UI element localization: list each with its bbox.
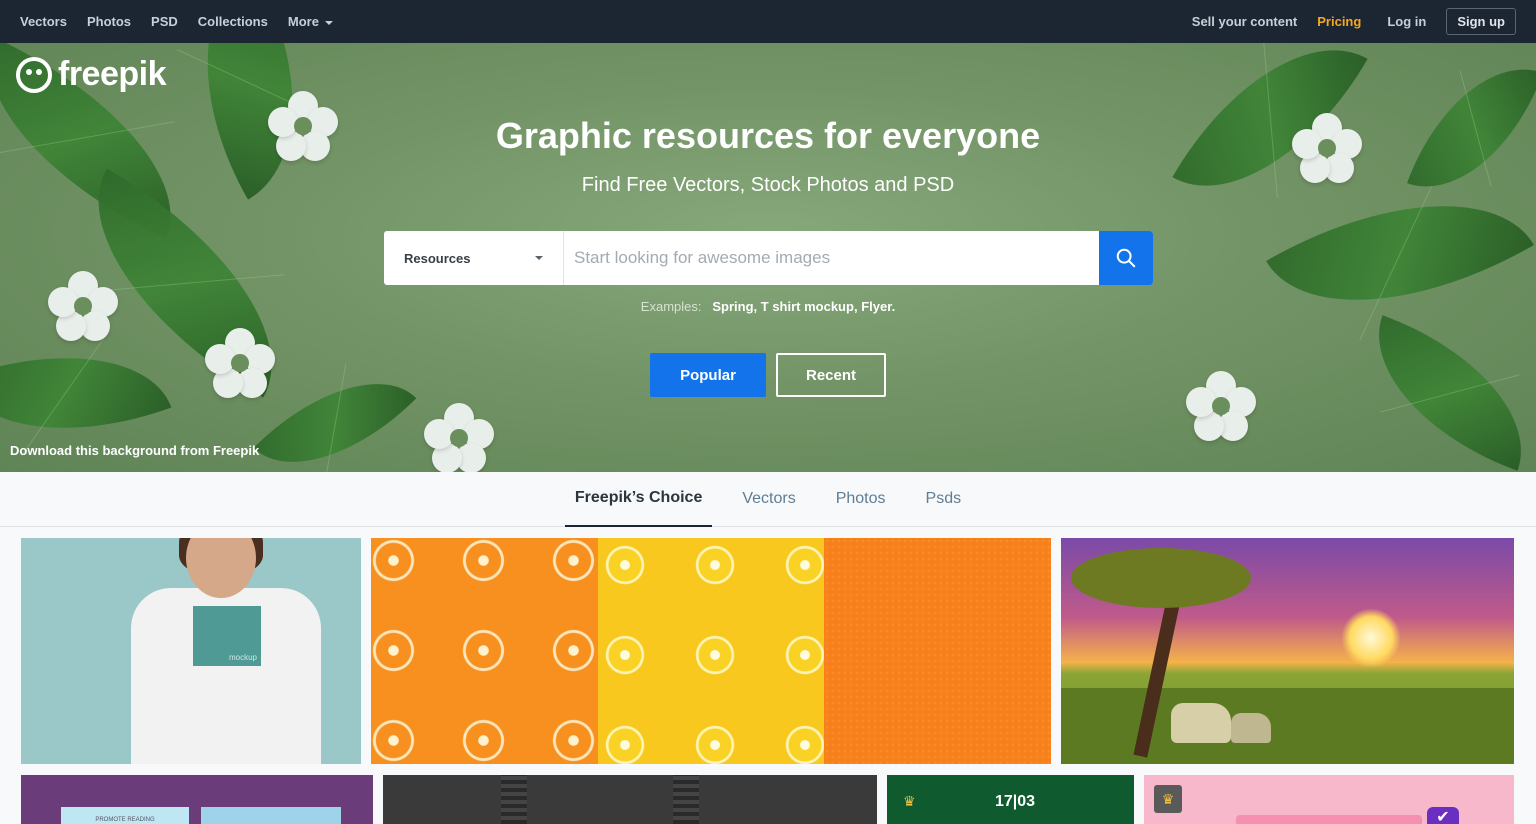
nav-more[interactable]: More (288, 14, 333, 29)
rock-shape (1171, 703, 1231, 743)
flower-decoration (205, 328, 275, 398)
checkmark-icon: ✔ (1427, 807, 1459, 824)
tire-track-shape (501, 775, 527, 824)
freepik-logo[interactable]: freepik (16, 55, 167, 94)
tree-canopy-shape (1071, 548, 1251, 608)
freepik-logo-icon (16, 56, 52, 93)
resource-type-select[interactable]: Resources (384, 231, 564, 285)
tab-freepiks-choice[interactable]: Freepik’s Choice (564, 472, 713, 527)
signup-button[interactable]: Sign up (1446, 8, 1516, 35)
orange-slices-pattern (371, 538, 598, 764)
hero-banner: freepik Graphic resources for everyone F… (0, 43, 1536, 472)
promo-card (201, 807, 341, 824)
nav-photos[interactable]: Photos (87, 14, 131, 29)
resource-thumbnail-reading-promo[interactable]: PROMOTE READING (21, 775, 373, 824)
background-credit-link[interactable]: Download this background from Freepik (10, 443, 259, 458)
hero-subtitle: Find Free Vectors, Stock Photos and PSD (581, 174, 955, 196)
popular-button[interactable]: Popular (650, 353, 766, 397)
promo-card: PROMOTE READING (61, 807, 189, 824)
logo-wordmark: freepik (58, 55, 167, 93)
tire-track-shape (673, 775, 699, 824)
search-icon (1116, 248, 1136, 268)
crown-icon: ♛ (1161, 790, 1175, 807)
top-navbar: Vectors Photos PSD Collections More Sell… (0, 0, 1536, 43)
sun-shape (1341, 608, 1401, 668)
login-link[interactable]: Log in (1387, 14, 1426, 29)
pink-bar-shape (1236, 815, 1422, 824)
tab-vectors[interactable]: Vectors (732, 472, 805, 527)
search-examples: Examples: Spring, T shirt mockup, Flyer. (640, 299, 896, 314)
shirt-print: mockup (193, 606, 261, 666)
leaf-decoration (253, 341, 417, 472)
resource-thumbnail-savanna-landscape[interactable] (1061, 538, 1514, 764)
rock-shape (1231, 713, 1271, 743)
example-link-spring[interactable]: Spring (712, 299, 753, 314)
resource-type-value: Resources (404, 250, 471, 266)
crown-icon: ♛ (903, 793, 916, 809)
flower-decoration (1186, 371, 1256, 441)
chevron-down-icon (324, 20, 333, 25)
chevron-down-icon (535, 256, 543, 260)
search-input[interactable] (564, 231, 1099, 285)
flower-decoration (424, 403, 494, 472)
leaf-decoration (1348, 315, 1536, 471)
sell-content-link[interactable]: Sell your content (1192, 14, 1297, 29)
tab-psds[interactable]: Psds (916, 472, 972, 527)
nav-more-label: More (287, 14, 319, 29)
resource-thumbnail-tshirt-mockup[interactable]: mockup (21, 538, 361, 764)
content-tabs: Freepik’s Choice Vectors Photos Psds (0, 472, 1536, 527)
recent-button[interactable]: Recent (776, 353, 886, 397)
search-bar: Resources (384, 231, 1153, 285)
nav-psd[interactable]: PSD (151, 14, 178, 29)
lemon-slices-pattern (597, 538, 825, 764)
nav-collections[interactable]: Collections (198, 14, 268, 29)
resource-thumbnail-st-patricks-event[interactable]: ♛ 17|03 (887, 775, 1134, 824)
orange-peel-texture (824, 538, 1051, 764)
example-link-flyer[interactable]: Flyer (861, 299, 891, 314)
resource-thumbnail-tire-tracks[interactable] (383, 775, 877, 824)
premium-badge: ♛ (1154, 785, 1182, 813)
ground-shape (1061, 688, 1514, 764)
tab-photos[interactable]: Photos (826, 472, 896, 527)
event-date: 17|03 (995, 793, 1036, 810)
examples-label: Examples: (640, 299, 702, 314)
hero-title: Graphic resources for everyone (495, 115, 1041, 156)
pricing-link[interactable]: Pricing (1317, 14, 1361, 29)
example-link-tshirt-mockup[interactable]: T shirt mockup (761, 299, 854, 314)
resource-thumbnail-citrus-patterns[interactable] (371, 538, 1051, 764)
search-button[interactable] (1099, 231, 1153, 285)
primary-nav: Vectors Photos PSD Collections More (20, 14, 353, 29)
resource-thumbnail-pink-ui[interactable]: ♛ ✔ (1144, 775, 1514, 824)
nav-vectors[interactable]: Vectors (20, 14, 67, 29)
account-nav: Sell your content Pricing Log in Sign up (1172, 8, 1516, 35)
